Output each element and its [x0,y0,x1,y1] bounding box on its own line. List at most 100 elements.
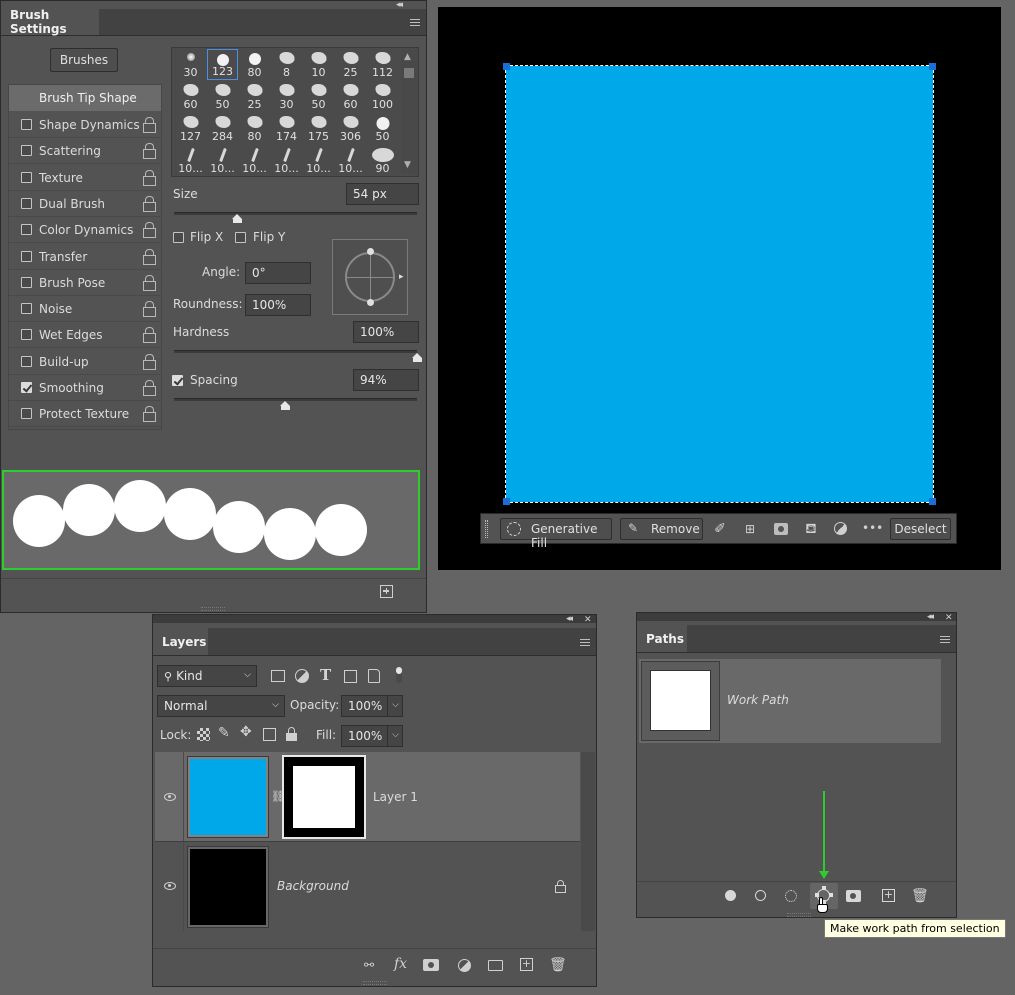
size-slider-thumb[interactable] [231,214,243,223]
layer-name[interactable]: Background [277,879,349,893]
scroll-up-icon[interactable]: ▲ [404,52,411,62]
tab-layers[interactable]: Layers [153,628,208,655]
scroll-down-icon[interactable]: ▼ [404,160,411,170]
fill-bucket-icon[interactable]: ⛾ [803,521,819,537]
preset-scrollbar[interactable]: ▲ ▼ [401,50,417,174]
visibility-eye-icon[interactable] [164,882,176,890]
hardness-slider-thumb[interactable] [411,353,423,362]
blend-mode-select[interactable]: Normal ⌵ [157,695,285,717]
collapse-icon[interactable]: ◂◂ [566,614,573,624]
new-group-icon[interactable] [488,960,503,971]
brush-preset[interactable]: 30 [271,81,302,112]
fill-dropdown-icon[interactable]: ⌵ [387,725,403,747]
brush-preset[interactable]: 175 [303,113,334,144]
flip-x-checkbox[interactable] [173,232,184,243]
taskbar-grip[interactable] [485,520,488,538]
brush-preset[interactable]: 8 [271,49,302,80]
brush-preset[interactable]: 10... [175,145,206,176]
lock-image-icon[interactable]: ✎ [218,725,230,741]
delete-path-icon[interactable]: 🗑 [911,888,929,904]
adjustment-layer-icon[interactable] [458,959,471,972]
brush-preset[interactable]: 284 [207,113,238,144]
angle-field[interactable]: 0° [245,262,311,284]
brush-mask-icon[interactable]: ✐ [712,521,728,537]
remove-button[interactable]: ✎ Remove [620,518,703,540]
more-options-icon[interactable]: ••• [862,521,883,535]
mask-icon[interactable] [774,523,788,535]
angle-arrow-icon[interactable]: ▸ [399,272,404,282]
brush-preset[interactable]: 50 [207,81,238,112]
deselect-button[interactable]: Deselect [890,518,951,540]
filter-kind-select[interactable]: ⚲ Kind ⌵ [157,665,257,687]
brush-preset[interactable]: 25 [239,81,270,112]
filter-toggle-icon[interactable] [396,667,402,683]
flip-y-checkbox[interactable] [235,232,246,243]
spacing-slider-track[interactable] [174,398,417,401]
new-path-icon[interactable]: + [882,889,895,902]
add-mask-icon[interactable] [423,959,439,971]
brush-preset[interactable]: 90 [367,145,398,176]
brush-preset[interactable]: 60 [335,81,366,112]
path-row[interactable]: Work Path [639,659,941,743]
close-icon[interactable]: ✕ [945,613,953,623]
adjustment-icon[interactable] [834,522,847,535]
lock-artboard-icon[interactable] [263,728,276,741]
roundness-field[interactable]: 100% [245,294,311,316]
document-canvas[interactable]: Generative Fill ✎ Remove ✐ ⊞ ⛾ ••• Desel… [438,7,1001,570]
brush-preset[interactable]: 10... [271,145,302,176]
path-name[interactable]: Work Path [727,693,789,707]
brush-preset[interactable]: 10... [207,145,238,176]
filter-shape-icon[interactable] [344,670,357,683]
collapse-icon[interactable]: ◂◂ [396,0,403,10]
brush-preset[interactable]: 30 [175,49,206,80]
size-slider-track[interactable] [174,212,417,215]
angle-handle-top[interactable] [367,248,374,255]
brush-preset[interactable]: 50 [303,81,334,112]
layer-thumbnail[interactable] [187,756,269,838]
hardness-field[interactable]: 100% [353,321,419,343]
hardness-slider-track[interactable] [174,350,417,353]
fill-path-icon[interactable] [725,890,736,901]
brush-preset[interactable]: 50 [367,113,398,144]
spacing-slider-thumb[interactable] [280,401,291,410]
new-brush-icon[interactable] [380,585,393,598]
brush-preset[interactable]: 112 [367,49,398,80]
brush-preset[interactable]: 25 [335,49,366,80]
brush-preset[interactable]: 80 [239,113,270,144]
delete-layer-icon[interactable]: 🗑 [549,957,567,973]
angle-handle-bottom[interactable] [367,299,374,306]
lock-transparent-icon[interactable] [197,728,210,741]
lock-position-icon[interactable]: ✥ [240,724,252,740]
path-thumbnail[interactable] [641,661,720,741]
layer-thumbnail[interactable] [187,846,269,928]
brush-preset[interactable]: 60 [175,81,206,112]
filter-pixel-icon[interactable] [271,670,285,682]
brush-preset[interactable]: 174 [271,113,302,144]
resize-grip[interactable] [201,607,225,611]
spacing-field[interactable]: 94% [353,369,419,391]
layer-row[interactable]: ⛓ Layer 1 [155,752,580,841]
selection-handle[interactable] [929,498,936,505]
layer-locked-icon[interactable] [555,880,566,893]
resize-grip[interactable] [363,981,387,985]
lock-all-icon[interactable] [286,727,297,741]
brushes-button[interactable]: Brushes [50,48,118,72]
angle-roundness-widget[interactable]: ▸ [332,239,408,315]
brush-preset[interactable]: 10... [303,145,334,176]
scroll-thumb[interactable] [404,68,414,78]
brush-preset[interactable]: 127 [175,113,206,144]
layer-row[interactable]: Background [155,842,580,931]
opacity-dropdown-icon[interactable]: ⌵ [387,695,403,717]
brush-preset[interactable]: 306 [335,113,366,144]
load-selection-icon[interactable] [785,890,797,902]
layers-scroll-area[interactable] [581,752,595,931]
brush-preset[interactable]: 123 [207,49,238,80]
brush-preset[interactable]: 100 [367,81,398,112]
selection-handle[interactable] [503,63,510,70]
visibility-eye-icon[interactable] [164,793,176,801]
panel-menu-icon[interactable] [410,19,420,26]
tab-brush-settings[interactable]: Brush Settings [1,8,99,36]
link-layers-icon[interactable]: ⚯ [360,957,378,973]
size-field[interactable]: 54 px [346,183,419,205]
filter-smart-object-icon[interactable] [368,669,380,683]
